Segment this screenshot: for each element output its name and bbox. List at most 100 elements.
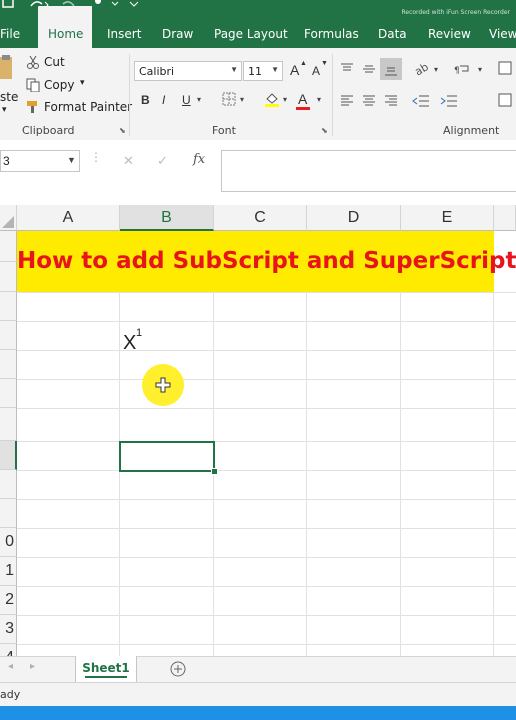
grow-font-button[interactable]: A xyxy=(290,62,299,78)
merge-icon[interactable] xyxy=(498,92,512,113)
font-name-combo[interactable]: Calibri ▼ xyxy=(134,61,242,81)
fill-color-icon[interactable] xyxy=(264,91,280,112)
paste-label[interactable]: ste xyxy=(0,90,18,104)
fill-handle[interactable] xyxy=(211,468,218,475)
tab-review[interactable]: Review xyxy=(428,27,471,41)
increase-indent-icon[interactable] xyxy=(440,94,458,112)
row-header[interactable]: 0 xyxy=(0,528,17,557)
next-sheet-icon[interactable]: ▸ xyxy=(30,661,35,672)
grid-line xyxy=(17,292,516,293)
row-header-selected[interactable] xyxy=(0,441,17,470)
active-cell[interactable] xyxy=(119,441,215,472)
row-header[interactable] xyxy=(0,350,17,379)
column-header-b[interactable]: B xyxy=(120,205,214,231)
chevron-down-icon[interactable]: ▼ xyxy=(271,65,279,74)
row-header[interactable] xyxy=(0,499,17,528)
column-header-f[interactable] xyxy=(494,205,516,231)
borders-dropdown-icon[interactable]: ▾ xyxy=(240,95,244,104)
column-header-a[interactable]: A xyxy=(17,205,120,231)
copy-dropdown-icon[interactable]: ▾ xyxy=(80,78,85,88)
svg-text:ab: ab xyxy=(413,60,431,76)
merge-center-icon[interactable] xyxy=(498,60,512,81)
font-size-combo[interactable]: 11 ▼ xyxy=(243,61,283,81)
tab-home[interactable]: Home xyxy=(48,27,83,41)
italic-button[interactable]: I xyxy=(162,93,165,107)
column-header-d[interactable]: D xyxy=(307,205,401,231)
row-header[interactable]: 3 xyxy=(0,615,17,644)
decrease-indent-icon[interactable] xyxy=(412,94,430,112)
row-header[interactable] xyxy=(0,408,17,441)
svg-text:¶: ¶ xyxy=(454,66,460,75)
font-launcher-icon[interactable]: ⬊ xyxy=(321,126,328,135)
align-right-icon[interactable] xyxy=(384,94,398,112)
cell-b-value: X xyxy=(123,332,137,354)
font-color-dropdown-icon[interactable]: ▾ xyxy=(317,95,321,104)
tab-file[interactable]: File xyxy=(0,27,20,41)
chevron-down-icon[interactable]: ▼ xyxy=(230,65,238,74)
orientation-dropdown-icon[interactable]: ▾ xyxy=(434,65,438,74)
prev-sheet-icon[interactable]: ◂ xyxy=(8,661,13,672)
row-header[interactable] xyxy=(0,470,17,499)
chevron-down-icon[interactable]: ▼ xyxy=(67,155,76,165)
tab-data[interactable]: Data xyxy=(378,27,407,41)
row-header[interactable]: 2 xyxy=(0,586,17,615)
worksheet-grid[interactable]: A B C D E 0 1 2 3 4 How to add SubScript… xyxy=(0,205,516,656)
orientation-icon[interactable]: ab xyxy=(412,60,435,81)
formula-input[interactable] xyxy=(221,150,516,192)
bold-button[interactable]: B xyxy=(141,93,150,107)
insert-function-button[interactable]: fx xyxy=(193,152,205,167)
clipboard-launcher-icon[interactable]: ⬊ xyxy=(119,126,126,135)
touch-mode-icon[interactable] xyxy=(90,0,120,12)
align-center-icon[interactable] xyxy=(362,94,376,112)
underline-dropdown-icon[interactable]: ▾ xyxy=(197,95,201,104)
row-header[interactable] xyxy=(0,262,17,292)
align-bottom-icon[interactable] xyxy=(384,64,398,82)
name-box[interactable]: 3 ▼ xyxy=(0,150,80,172)
tab-draw[interactable]: Draw xyxy=(162,27,193,41)
grid-line xyxy=(17,470,516,471)
copy-icon[interactable] xyxy=(26,78,40,97)
save-icon[interactable] xyxy=(2,0,14,12)
shrink-font-button[interactable]: A xyxy=(312,64,320,78)
column-header-c[interactable]: C xyxy=(214,205,307,231)
grid-line xyxy=(400,231,401,656)
paste-dropdown-icon[interactable]: ▾ xyxy=(2,105,7,115)
cancel-entry-button[interactable]: ✕ xyxy=(123,153,134,169)
row-header[interactable] xyxy=(0,379,17,408)
underline-button[interactable]: U xyxy=(182,93,191,107)
row-header[interactable] xyxy=(0,292,17,321)
tab-formulas[interactable]: Formulas xyxy=(304,27,359,41)
tab-view[interactable]: View xyxy=(489,27,516,41)
align-top-icon[interactable] xyxy=(340,62,354,80)
wrap-dropdown-icon[interactable]: ▾ xyxy=(478,65,482,74)
add-sheet-icon[interactable] xyxy=(170,661,186,682)
row-header[interactable] xyxy=(0,321,17,350)
banner-title: How to add SubScript and SuperScript xyxy=(17,248,516,274)
name-box-value: 3 xyxy=(3,154,10,168)
drag-handle-icon[interactable]: ⋮ xyxy=(90,150,102,164)
enter-entry-button[interactable]: ✓ xyxy=(157,153,168,169)
format-painter-icon[interactable] xyxy=(26,100,40,119)
sheet-tab-sheet1[interactable]: Sheet1 xyxy=(75,656,137,682)
align-middle-icon[interactable] xyxy=(362,62,376,80)
paste-icon[interactable] xyxy=(0,55,14,89)
row-header[interactable] xyxy=(0,231,17,262)
row-header[interactable]: 4 xyxy=(0,644,17,656)
customize-qat-icon[interactable] xyxy=(128,0,140,12)
wrap-text-icon[interactable]: ¶ xyxy=(454,62,472,80)
select-all-corner[interactable] xyxy=(0,205,17,231)
copy-button[interactable]: Copy xyxy=(44,78,74,92)
column-header-e[interactable]: E xyxy=(401,205,494,231)
tab-page-layout[interactable]: Page Layout xyxy=(214,27,288,41)
font-color-button[interactable]: A xyxy=(298,91,307,107)
cut-button[interactable]: Cut xyxy=(44,55,65,69)
format-painter-button[interactable]: Format Painter xyxy=(44,100,132,114)
cut-icon[interactable] xyxy=(26,55,40,74)
row-header[interactable]: 1 xyxy=(0,557,17,586)
shrink-arrow-icon: ▼ xyxy=(321,60,328,67)
align-left-icon[interactable] xyxy=(340,94,354,112)
grid-line xyxy=(17,615,516,616)
borders-icon[interactable] xyxy=(222,92,236,111)
tab-insert[interactable]: Insert xyxy=(107,27,141,41)
fill-color-dropdown-icon[interactable]: ▾ xyxy=(283,95,287,104)
